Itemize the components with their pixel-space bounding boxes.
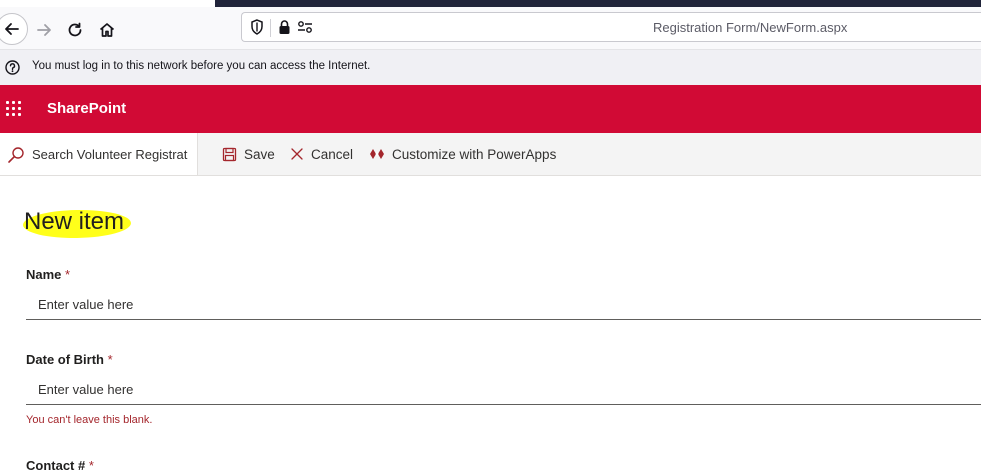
notification-text: You must log in to this network before y… [32, 60, 371, 72]
customize-powerapps-button[interactable]: Customize with PowerApps [369, 133, 556, 175]
reload-button[interactable] [62, 17, 88, 43]
back-button[interactable] [0, 13, 28, 45]
date-of-birth-error: You can't leave this blank. [26, 414, 153, 426]
floppy-disk-icon [222, 147, 237, 161]
cancel-button[interactable]: Cancel [290, 133, 353, 175]
captive-portal-notification: You must log in to this network before y… [0, 50, 981, 85]
required-marker: * [65, 267, 71, 282]
name-label-text: Name [26, 267, 62, 282]
search-box[interactable]: Search Volunteer Registrat [0, 133, 198, 175]
home-icon [99, 23, 115, 37]
date-of-birth-field[interactable] [26, 375, 981, 405]
app-launcher-icon[interactable] [6, 101, 22, 117]
back-arrow-icon [5, 23, 19, 35]
window-top-strip [215, 0, 981, 7]
suite-bar: SharePoint [0, 85, 981, 133]
app-brand[interactable]: SharePoint [47, 100, 126, 117]
cancel-label: Cancel [311, 146, 354, 162]
browser-toolbar: Registration Form/NewForm.aspx [0, 7, 981, 50]
required-marker: * [107, 352, 113, 367]
search-icon [8, 147, 24, 163]
contact-label: Contact # * [26, 458, 94, 473]
customize-label: Customize with PowerApps [392, 146, 557, 162]
date-of-birth-label: Date of Birth * [26, 352, 113, 367]
url-text[interactable]: Registration Form/NewForm.aspx [653, 20, 847, 35]
page-title: New item [24, 208, 125, 235]
name-label: Name * [26, 267, 70, 282]
forward-button[interactable] [31, 17, 57, 43]
shield-icon[interactable] [250, 19, 264, 35]
lock-icon[interactable] [278, 19, 291, 35]
required-marker: * [88, 458, 94, 473]
help-circle-icon [5, 60, 20, 75]
close-icon [291, 148, 303, 160]
powerapps-icon [370, 149, 384, 159]
permissions-icon[interactable] [297, 20, 313, 34]
contact-label-text: Contact # [26, 458, 86, 473]
date-of-birth-label-text: Date of Birth [26, 352, 104, 367]
save-button[interactable]: Save [222, 133, 275, 175]
home-button[interactable] [94, 17, 120, 43]
command-bar: Search Volunteer Registrat Save Cancel C… [0, 133, 981, 176]
reload-icon [68, 22, 82, 37]
address-bar[interactable]: Registration Form/NewForm.aspx [241, 12, 981, 42]
name-field[interactable] [26, 290, 981, 320]
address-bar-divider [270, 19, 271, 37]
forward-arrow-icon [37, 24, 51, 36]
save-label: Save [244, 146, 275, 162]
search-input[interactable]: Search Volunteer Registrat [32, 147, 190, 162]
